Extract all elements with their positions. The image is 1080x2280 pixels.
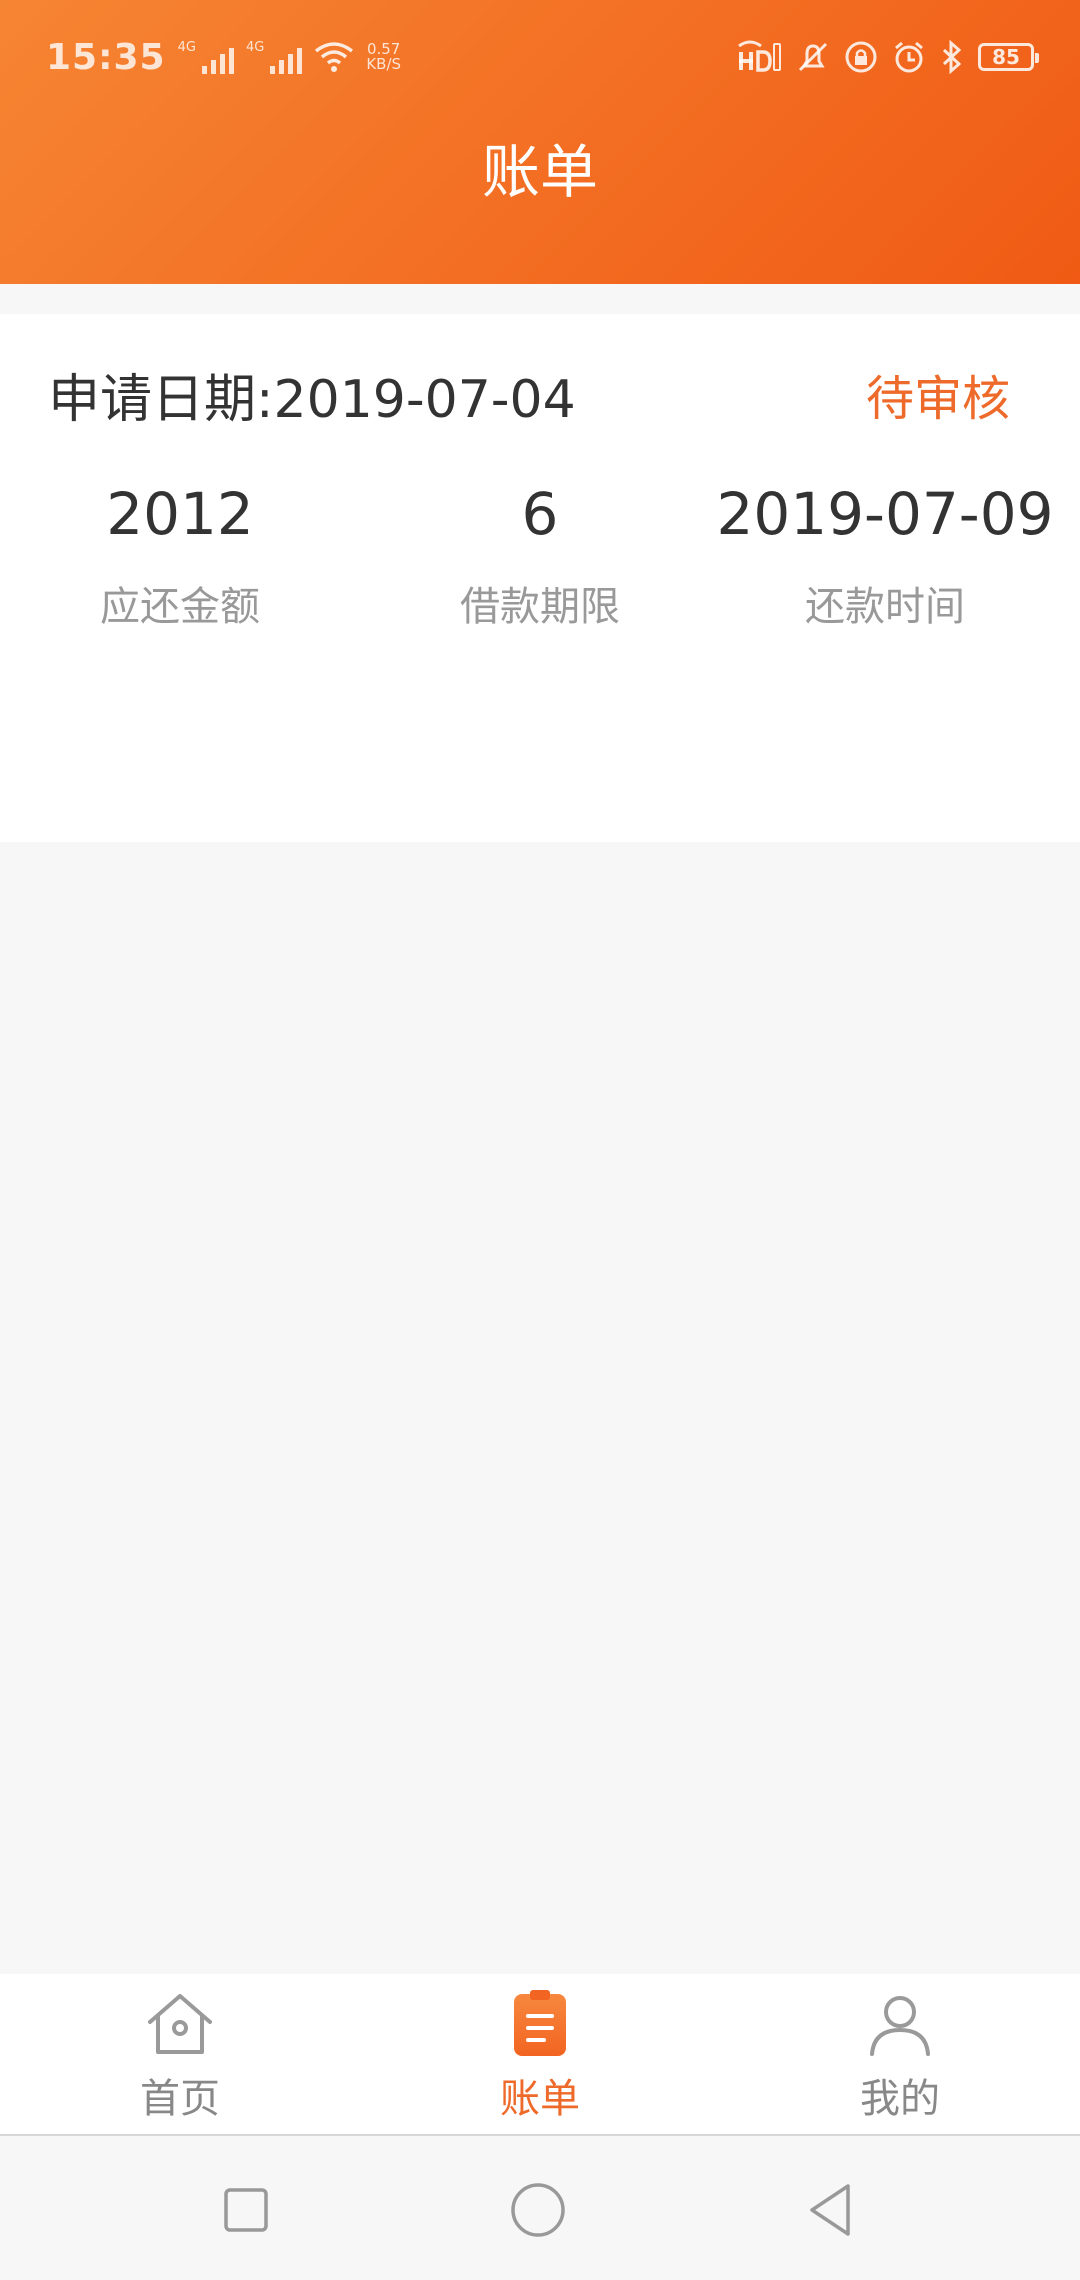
recent-apps-button[interactable] <box>216 2180 276 2240</box>
status-bar-left: 15:35 4G 4G 0.57 KB/S <box>46 32 401 82</box>
battery-level: 85 <box>992 45 1020 69</box>
mute-bell-icon <box>796 40 830 74</box>
status-time: 15:35 <box>46 36 166 78</box>
network-speed-unit: KB/S <box>366 55 402 73</box>
page-title: 账单 <box>481 138 598 206</box>
bill-icon <box>504 1988 576 2060</box>
network-type-label: 4G <box>245 40 265 55</box>
bill-header-row: 申请日期:2019-07-04 待审核 <box>48 354 1010 434</box>
header: 15:35 4G 4G 0.57 KB/S 85 账单 <box>0 0 1080 284</box>
tab-home-label: 首页 <box>140 2076 220 2122</box>
user-icon <box>864 1988 936 2060</box>
status-bar-right: 85 <box>736 32 1039 82</box>
status-badge: 待审核 <box>865 371 1010 427</box>
tab-home[interactable]: 首页 <box>0 1988 360 2128</box>
stat-repay-date: 2019-07-09 还款时间 <box>705 474 1065 632</box>
alarm-icon <box>892 40 926 74</box>
loan-term-value: 6 <box>521 480 559 548</box>
loan-term-label: 借款期限 <box>460 584 620 630</box>
lock-rotation-icon <box>844 40 878 74</box>
repay-date-value: 2019-07-09 <box>716 480 1054 548</box>
system-nav-bar <box>0 2136 1080 2280</box>
wifi-icon <box>314 41 354 73</box>
amount-due-label: 应还金额 <box>100 584 260 630</box>
status-bar: 15:35 4G 4G 0.57 KB/S 85 <box>0 0 1080 110</box>
back-button[interactable] <box>800 2180 860 2240</box>
cell-signal-icon: 4G <box>178 40 234 74</box>
hd-call-icon <box>736 40 782 74</box>
network-type-label: 4G <box>177 40 196 55</box>
bluetooth-icon <box>940 40 964 74</box>
battery-icon: 85 <box>978 43 1039 71</box>
amount-due-value: 2012 <box>106 480 254 548</box>
stat-term: 6 借款期限 <box>360 474 720 632</box>
tab-bill-label: 账单 <box>500 2076 580 2122</box>
network-speed: 0.57 KB/S <box>366 42 401 72</box>
stat-amount: 2012 应还金额 <box>0 474 360 632</box>
home-icon <box>144 1988 216 2060</box>
tab-bill[interactable]: 账单 <box>360 1988 720 2128</box>
tab-mine[interactable]: 我的 <box>720 1988 1080 2128</box>
apply-date: 申请日期:2019-07-04 <box>48 369 576 430</box>
bill-stats: 2012 应还金额 6 借款期限 2019-07-09 还款时间 <box>0 474 1080 634</box>
bottom-tab-bar: 首页 账单 我的 <box>0 1974 1080 2136</box>
repay-date-label: 还款时间 <box>805 584 965 630</box>
cell-signal-icon: 4G <box>245 40 303 74</box>
tab-mine-label: 我的 <box>860 2076 940 2122</box>
home-nav-button[interactable] <box>508 2180 568 2240</box>
bill-card[interactable]: 申请日期:2019-07-04 待审核 2012 应还金额 6 借款期限 201… <box>0 314 1080 842</box>
